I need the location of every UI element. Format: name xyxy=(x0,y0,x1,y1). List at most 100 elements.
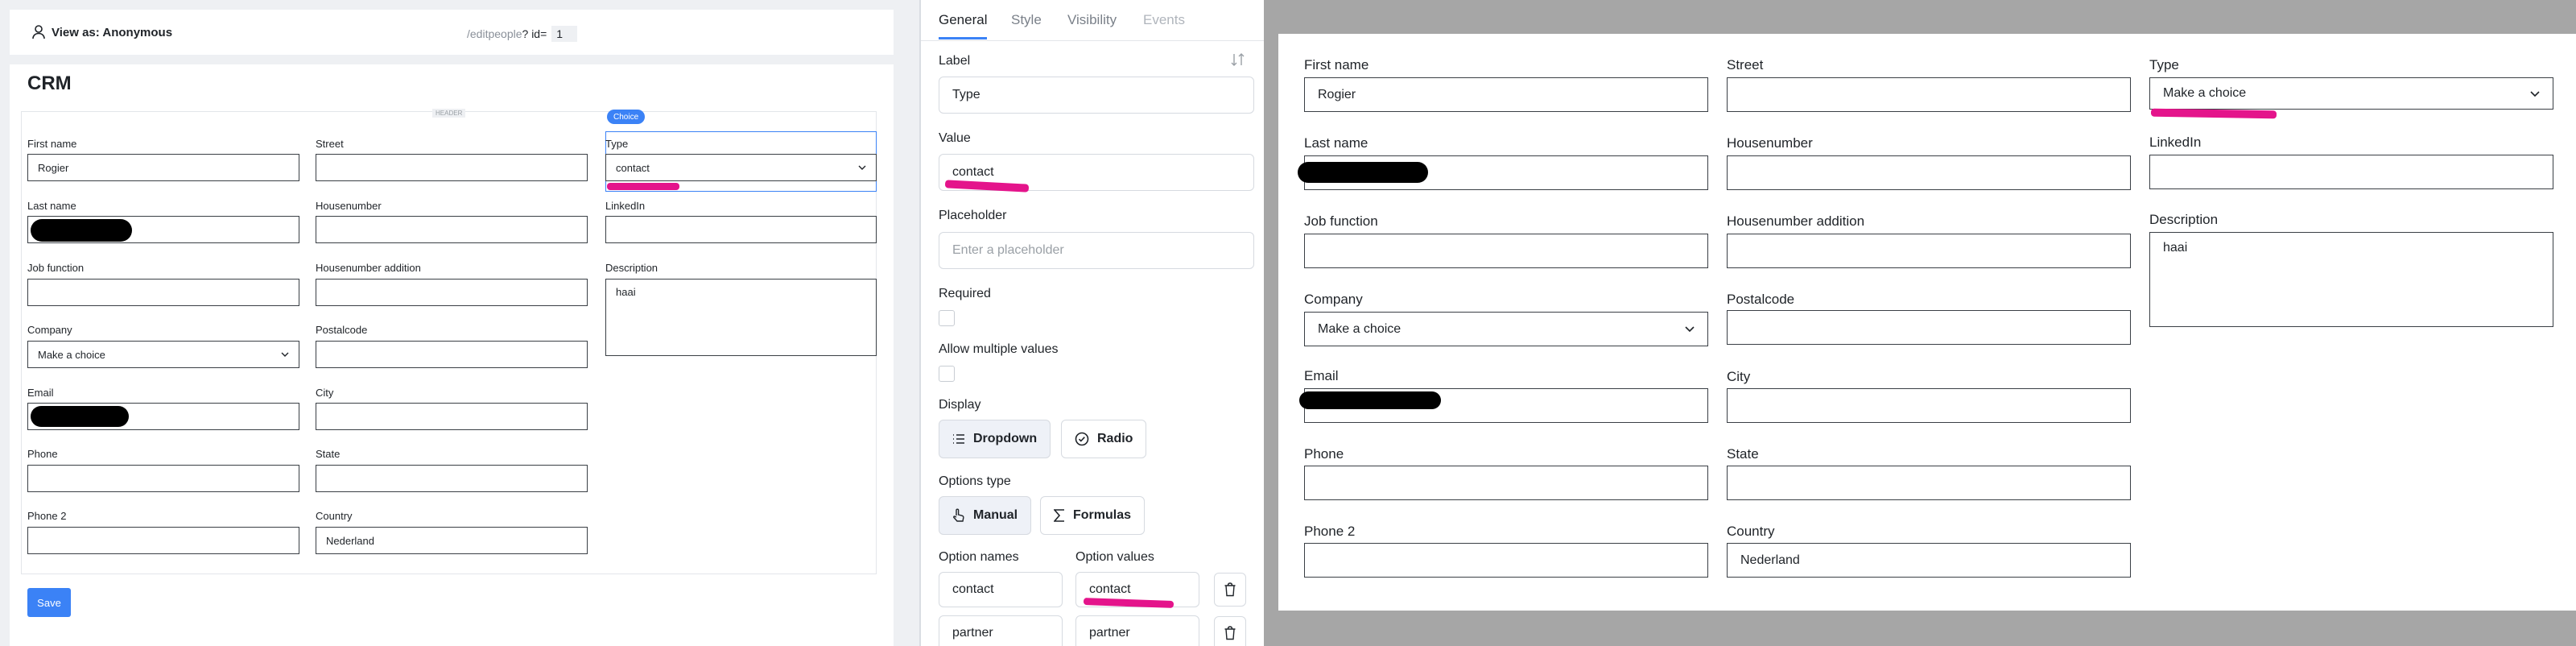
postalcode-label: Postalcode xyxy=(316,324,368,336)
postalcode-input[interactable] xyxy=(1727,310,2131,345)
country-input[interactable]: Nederland xyxy=(316,527,588,554)
tab-general[interactable]: General xyxy=(939,12,987,28)
option-value-input[interactable]: partner xyxy=(1075,615,1199,646)
required-section-title: Required xyxy=(939,287,991,300)
type-select[interactable]: contact xyxy=(605,154,877,181)
option-name-input[interactable]: contact xyxy=(939,572,1063,607)
user-icon xyxy=(32,25,45,39)
state-input[interactable] xyxy=(1727,466,2131,500)
country-label: Country xyxy=(316,510,353,522)
redaction-mark xyxy=(1299,391,1441,409)
job-function-input[interactable] xyxy=(1304,234,1708,268)
multiple-values-section-title: Allow multiple values xyxy=(939,342,1059,356)
option-name-input[interactable]: partner xyxy=(939,615,1063,646)
type-select[interactable]: Make a choice xyxy=(2149,77,2553,110)
chevron-down-icon xyxy=(2530,90,2540,97)
housenumber-input[interactable] xyxy=(1727,155,2131,190)
company-select[interactable]: Make a choice xyxy=(27,341,299,368)
housenumber-addition-label: Housenumber addition xyxy=(316,262,421,274)
state-label: State xyxy=(316,448,341,460)
first-name-input[interactable]: Rogier xyxy=(1304,77,1708,112)
housenumber-addition-input[interactable] xyxy=(316,279,588,306)
multiple-values-checkbox[interactable] xyxy=(939,366,955,382)
type-label: Type xyxy=(605,138,629,150)
display-radio-label: Radio xyxy=(1097,432,1133,445)
option-values-title: Option values xyxy=(1075,550,1154,564)
redaction-mark xyxy=(31,406,129,427)
state-input[interactable] xyxy=(316,465,588,492)
street-label: Street xyxy=(316,138,344,150)
description-label: Description xyxy=(605,262,658,274)
first-name-label: First name xyxy=(1304,57,1369,72)
active-tab-indicator xyxy=(939,37,987,39)
display-radio-button[interactable]: Radio xyxy=(1061,420,1147,458)
options-manual-label: Manual xyxy=(973,508,1018,522)
phone2-label: Phone 2 xyxy=(1304,524,1356,539)
label-input[interactable]: Type xyxy=(939,77,1254,114)
tab-events[interactable]: Events xyxy=(1143,12,1185,28)
last-name-label: Last name xyxy=(1304,135,1368,151)
city-input[interactable] xyxy=(1727,388,2131,423)
phone-input[interactable] xyxy=(27,465,299,492)
job-function-input[interactable] xyxy=(27,279,299,306)
phone-input[interactable] xyxy=(1304,466,1708,500)
sigma-icon xyxy=(1054,509,1065,522)
housenumber-addition-input[interactable] xyxy=(1727,234,2131,268)
list-icon xyxy=(952,433,965,445)
type-label: Type xyxy=(2149,57,2179,72)
sort-icon[interactable] xyxy=(1230,52,1246,68)
street-input[interactable] xyxy=(316,154,588,181)
phone2-input[interactable] xyxy=(27,527,299,554)
street-input[interactable] xyxy=(1727,77,2131,112)
page-title: CRM xyxy=(27,72,72,94)
country-input[interactable]: Nederland xyxy=(1727,543,2131,578)
company-label: Company xyxy=(1304,292,1363,307)
postalcode-input[interactable] xyxy=(316,341,588,368)
redaction-mark xyxy=(31,219,132,242)
options-formulas-label: Formulas xyxy=(1073,508,1132,522)
placeholder-input[interactable]: Enter a placeholder xyxy=(939,232,1254,269)
linkedin-input[interactable] xyxy=(2149,155,2553,189)
first-name-label: First name xyxy=(27,138,77,150)
country-label: Country xyxy=(1727,524,1775,539)
description-label: Description xyxy=(2149,212,2219,227)
description-textarea[interactable]: haai xyxy=(2149,232,2553,327)
street-label: Street xyxy=(1727,57,1764,72)
editor-topbar: View as: Anonymous /editpeople ? id= 1 xyxy=(10,10,894,55)
options-manual-button[interactable]: Manual xyxy=(939,496,1032,535)
check-circle-icon xyxy=(1075,432,1089,446)
delete-option-button[interactable] xyxy=(1214,573,1246,607)
chevron-down-icon xyxy=(1685,326,1695,332)
email-label: Email xyxy=(27,387,54,399)
tab-divider xyxy=(921,40,1264,41)
last-name-label: Last name xyxy=(27,200,76,212)
save-button[interactable]: Save xyxy=(27,588,71,617)
linkedin-input[interactable] xyxy=(605,216,877,243)
tab-visibility[interactable]: Visibility xyxy=(1067,12,1117,28)
phone2-label: Phone 2 xyxy=(27,510,67,522)
view-as-selector[interactable]: View as: Anonymous xyxy=(32,25,172,39)
display-section-title: Display xyxy=(939,398,981,412)
housenumber-input[interactable] xyxy=(316,216,588,243)
redaction-mark xyxy=(1298,162,1428,183)
housenumber-addition-label: Housenumber addition xyxy=(1727,213,1865,229)
description-textarea[interactable]: haai xyxy=(605,279,877,356)
company-value: Make a choice xyxy=(1318,321,1402,336)
trash-icon xyxy=(1224,582,1236,597)
url-id-input[interactable]: 1 xyxy=(551,26,578,42)
choice-badge: Choice xyxy=(607,110,646,124)
phone2-input[interactable] xyxy=(1304,543,1708,578)
city-label: City xyxy=(1727,369,1751,384)
tab-style[interactable]: Style xyxy=(1011,12,1042,28)
options-formulas-button[interactable]: Formulas xyxy=(1040,496,1146,535)
hand-pointer-icon xyxy=(952,508,965,523)
job-function-label: Job function xyxy=(1304,213,1378,229)
city-input[interactable] xyxy=(316,403,588,430)
linkedin-label: LinkedIn xyxy=(605,200,646,212)
display-dropdown-button[interactable]: Dropdown xyxy=(939,420,1051,458)
required-checkbox[interactable] xyxy=(939,310,955,326)
first-name-input[interactable]: Rogier xyxy=(27,154,299,181)
type-value: contact xyxy=(616,161,650,174)
company-select[interactable]: Make a choice xyxy=(1304,312,1708,346)
delete-option-button[interactable] xyxy=(1214,616,1246,646)
